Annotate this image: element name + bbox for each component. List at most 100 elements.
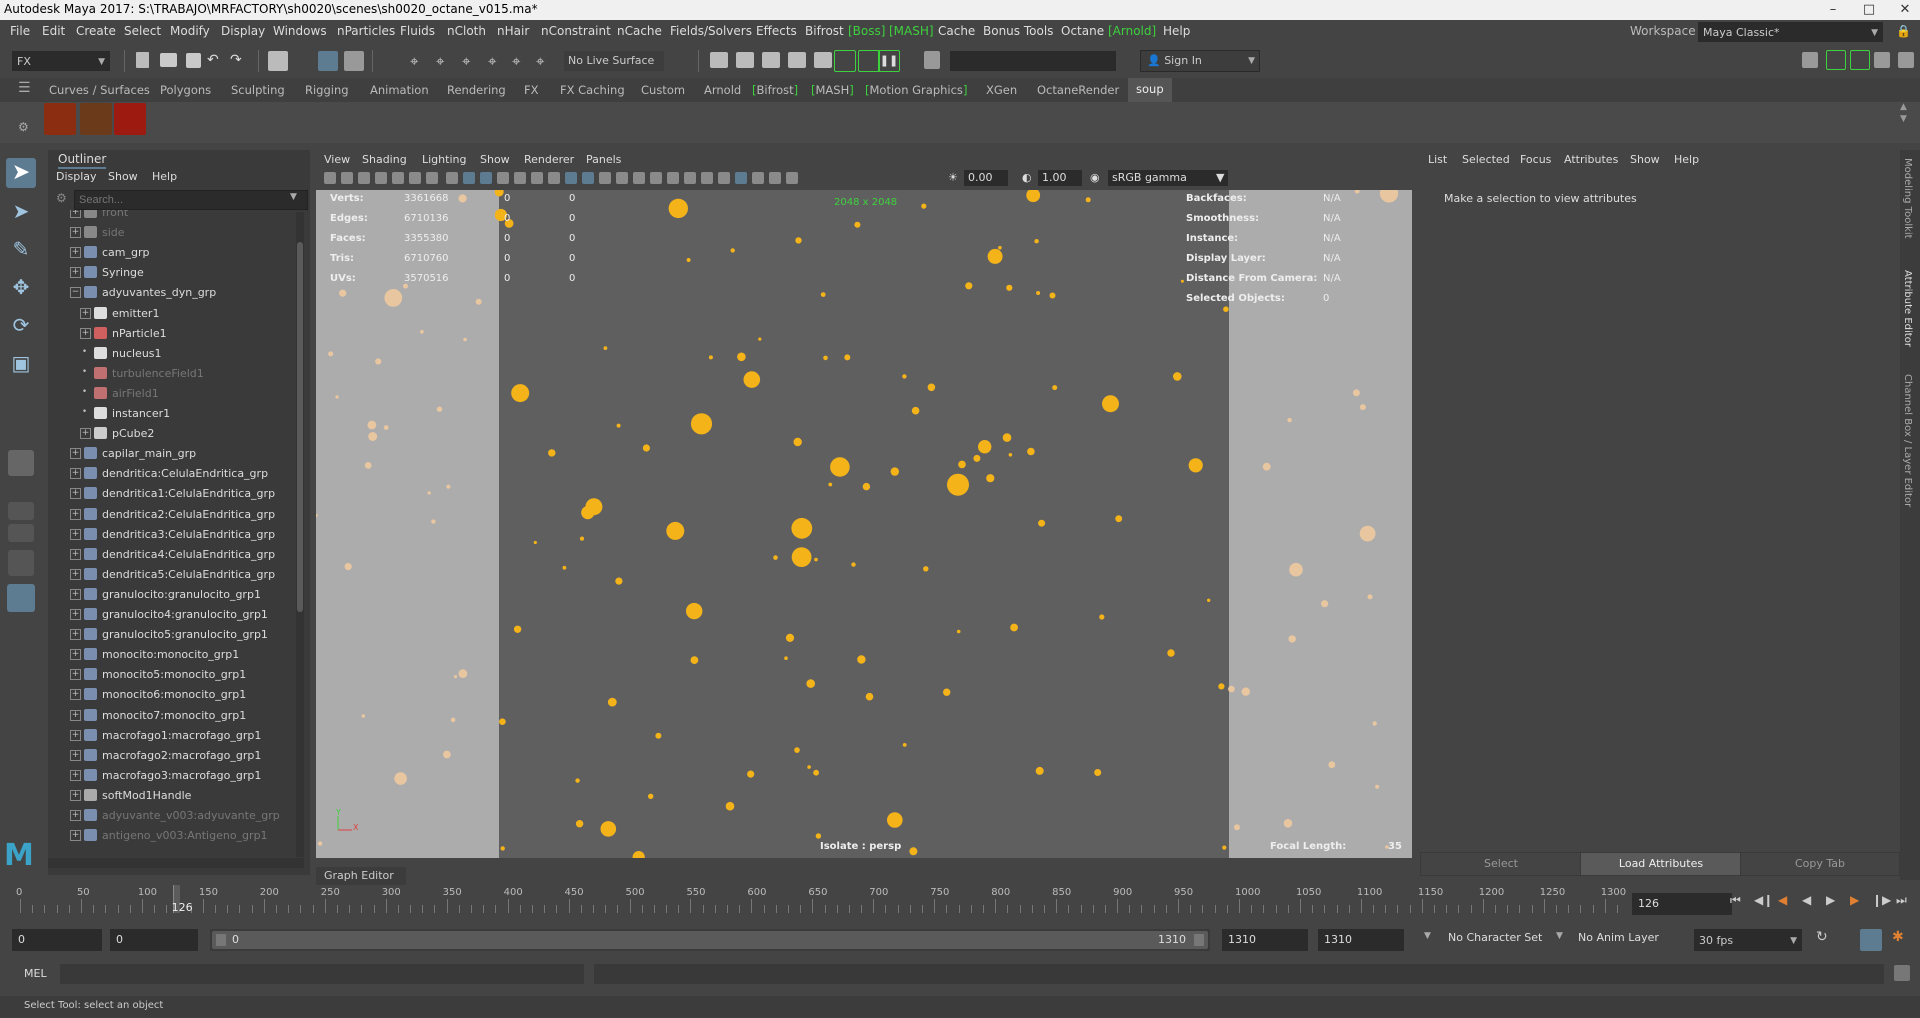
shelf-tab-curves-surfaces[interactable]: Curves / Surfaces [49,83,150,97]
ae-copy-tab-button[interactable]: Copy Tab [1740,852,1900,876]
expand-toggle-icon[interactable]: + [70,227,81,239]
expand-toggle-icon[interactable]: + [70,810,81,821]
expand-toggle-icon[interactable]: + [70,528,81,540]
range-start-grip[interactable] [216,934,226,946]
animation-preferences-icon[interactable]: ✱ [1892,929,1904,945]
step-back-key-icon[interactable]: ◀ [1778,893,1787,907]
expand-toggle-icon[interactable]: − [70,287,81,299]
step-forward-frame-icon[interactable]: ❙▶ [1872,893,1891,907]
outliner-row[interactable]: + pCube2 [48,424,288,444]
shelf-tab-motion-graphics[interactable]: [Motion Graphics] [865,83,967,97]
paint-select-tool-icon[interactable]: ✎ [6,234,36,264]
expand-toggle-icon[interactable]: + [70,267,81,279]
outliner-row[interactable]: + granulocito:granulocito_grp1 [48,585,288,605]
menu-mash[interactable]: [MASH] [889,24,934,38]
outliner-row[interactable]: + dendritica1:CelulaEndritica_grp [48,484,288,504]
shelf-settings-icon[interactable]: ⚙ [18,120,29,134]
step-forward-key-icon[interactable]: ▶ [1850,893,1859,907]
step-back-frame-icon[interactable]: ◀❙ [1754,893,1773,907]
maximize-icon[interactable]: □ [1858,0,1880,20]
select-component-icon[interactable] [344,51,364,71]
rotate-tool-icon[interactable]: ⟳ [6,310,36,340]
outliner-row[interactable]: + adyuvante_v003:adyuvante_grp [48,806,288,826]
outliner-row[interactable]: + nParticle1 [48,324,288,344]
outliner-row[interactable]: + emitter1 [48,304,288,324]
snap-curve-icon[interactable]: ⌖ [436,52,444,70]
outliner-row[interactable]: + dendritica:CelulaEndritica_grp [48,464,288,484]
menu-nhair[interactable]: nHair [497,24,529,38]
isolate-select-icon[interactable] [735,172,747,184]
input-line-field[interactable] [950,51,1116,71]
snap-view-icon[interactable]: ⌖ [488,52,496,70]
depth-of-field-icon[interactable] [718,172,730,184]
outliner-row[interactable]: • instancer1 [48,404,288,424]
loop-icon[interactable]: ↻ [1816,929,1828,945]
shelf-tab-mash[interactable]: [MASH] [811,83,854,97]
command-input[interactable] [60,964,584,984]
menu-display[interactable]: Display [221,24,265,38]
expand-toggle-icon[interactable]: • [80,408,89,417]
expand-toggle-icon[interactable]: + [80,307,91,319]
script-editor-icon[interactable] [1894,965,1910,981]
menu-create[interactable]: Create [76,24,116,38]
outliner-row[interactable]: + monocito6:monocito_grp1 [48,685,288,705]
use-default-material-icon[interactable] [582,172,594,184]
shelf-tab-custom[interactable]: Custom [641,83,685,97]
shelf-tab-octanerender[interactable]: OctaneRender [1037,83,1119,97]
snap-vertex-icon[interactable]: ⌖ [536,52,544,70]
select-camera-icon[interactable] [324,172,336,184]
live-surface-field[interactable]: No Live Surface [564,51,664,71]
side-tab-modeling-toolkit[interactable]: Modeling Toolkit [1902,158,1913,239]
shelf-tab-arnold[interactable]: Arnold [704,83,741,97]
shelf-tab-polygons[interactable]: Polygons [160,83,211,97]
menu-bonus-tools[interactable]: Bonus Tools [983,24,1053,38]
outliner-row[interactable]: + Syringe [48,263,288,283]
chevron-down-icon[interactable]: ▼ [1556,931,1563,941]
menu-ncloth[interactable]: nCloth [447,24,486,38]
color-management-icon[interactable]: ◉ [1090,170,1100,186]
play-backwards-icon[interactable]: ◀ [1802,893,1811,907]
grid-icon[interactable] [426,172,438,184]
fps-dropdown[interactable]: 30 fps ▼ [1694,929,1802,951]
hypershade-icon[interactable] [814,52,832,68]
outliner-row[interactable]: + macrofago1:macrofago_grp1 [48,726,288,746]
menu-nparticles[interactable]: nParticles [337,24,395,38]
layer-editor-toggle-icon[interactable] [1898,52,1914,68]
side-tab-channel-box[interactable]: Channel Box / Layer Editor [1902,374,1913,507]
range-slider[interactable]: 0 1310 [210,929,1210,951]
ae-menu-selected[interactable]: Selected [1462,153,1510,166]
expand-toggle-icon[interactable]: + [70,448,81,460]
lock-icon[interactable]: 🔒 [1896,24,1911,38]
expand-toggle-icon[interactable]: + [70,629,81,641]
outliner-row[interactable]: + capilar_main_grp [48,444,288,464]
anim-layer-label[interactable]: No Anim Layer [1578,931,1659,944]
pause-render-icon[interactable]: ❚❚ [878,50,900,72]
move-tool-icon[interactable]: ✥ [6,272,36,302]
expand-toggle-icon[interactable]: + [70,468,81,480]
ae-menu-focus[interactable]: Focus [1520,153,1551,166]
outliner-row[interactable]: + monocito:monocito_grp1 [48,645,288,665]
expand-toggle-icon[interactable]: • [80,347,89,357]
exposure-field[interactable]: 0.00 [964,170,1008,186]
snap-surface-icon[interactable]: ⌖ [512,52,520,70]
menu-arnold[interactable]: [Arnold] [1108,24,1156,38]
shelf-tab-rendering[interactable]: Rendering [447,83,506,97]
menu-octane[interactable]: Octane [1061,24,1104,38]
outliner-row[interactable]: + side [48,223,288,243]
playback-start-field[interactable]: 0 [110,929,198,951]
chevron-down-icon[interactable]: ▼ [1424,931,1431,941]
outliner-row[interactable]: − adyuvantes_dyn_grp [48,283,288,303]
menu-bifrost[interactable]: Bifrost [805,24,844,38]
time-slider-track[interactable]: 0 50 100 150 200 250 300 350 400 450 500 550 600 650 7… [0,885,1630,920]
new-scene-icon[interactable] [136,52,149,68]
shelf-tab-rigging[interactable]: Rigging [305,83,349,97]
modeling-toolkit-toggle-icon[interactable] [1802,52,1818,68]
scale-tool-icon[interactable]: ▣ [6,348,36,378]
channel-box-toggle-icon[interactable] [1874,52,1890,68]
viewport-menu-view[interactable]: View [324,153,350,166]
outliner-row[interactable]: + softMod1Handle [48,786,288,806]
lasso-tool-icon[interactable]: ➤ [6,196,36,226]
gamma-icon[interactable]: ◐ [1022,170,1032,186]
open-scene-icon[interactable] [160,53,177,67]
soup-tool-2-icon[interactable] [80,103,112,135]
